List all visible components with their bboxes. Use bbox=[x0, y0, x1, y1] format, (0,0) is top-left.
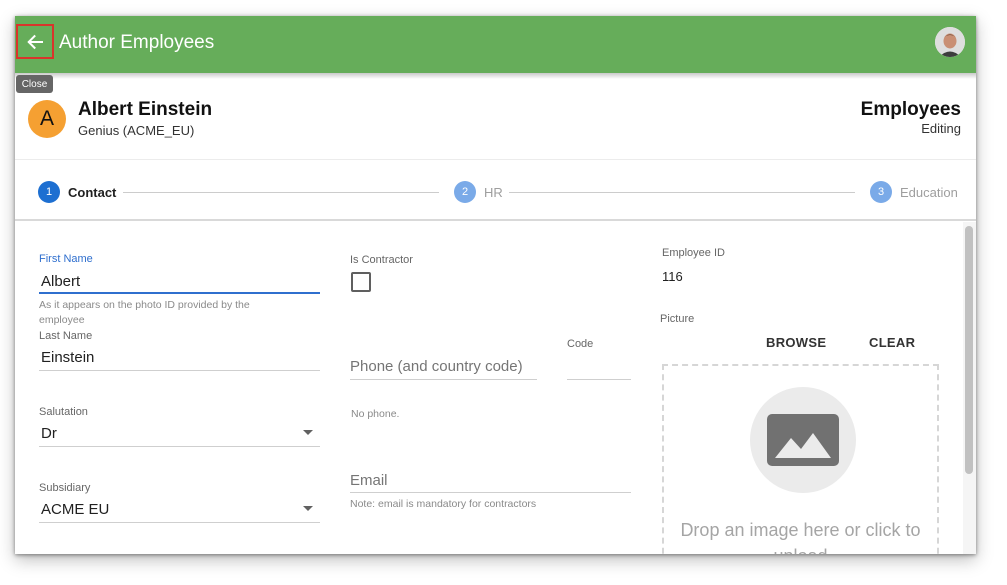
image-placeholder bbox=[750, 387, 856, 493]
step-1-circle[interactable]: 1 bbox=[38, 181, 60, 203]
header-divider bbox=[15, 159, 976, 160]
email-input[interactable]: Email bbox=[350, 472, 388, 489]
last-name-label: Last Name bbox=[39, 330, 93, 342]
step-3-circle[interactable]: 3 bbox=[870, 181, 892, 203]
image-icon bbox=[767, 414, 839, 466]
first-name-underline bbox=[39, 292, 320, 294]
tab-education[interactable]: Education bbox=[900, 185, 958, 200]
subsidiary-select[interactable]: ACME EU bbox=[41, 501, 109, 518]
tab-contact[interactable]: Contact bbox=[68, 185, 116, 200]
first-name-hint: As it appears on the photo ID provided b… bbox=[39, 299, 250, 326]
email-underline bbox=[350, 492, 631, 493]
is-contractor-label: Is Contractor bbox=[350, 254, 413, 266]
chevron-down-icon[interactable] bbox=[303, 506, 313, 511]
app-window: Author Employees Close A Albert Einstein… bbox=[15, 16, 976, 554]
first-name-label: First Name bbox=[39, 253, 93, 265]
record-subtitle: Genius (ACME_EU) bbox=[78, 123, 195, 138]
picture-label: Picture bbox=[660, 313, 695, 325]
browse-button[interactable]: BROWSE bbox=[766, 335, 826, 350]
dropzone-text: Drop an image here or click to upload bbox=[680, 520, 921, 554]
salutation-label: Salutation bbox=[39, 406, 88, 418]
page-title: Author Employees bbox=[59, 32, 215, 53]
stepper-divider bbox=[15, 219, 976, 221]
picture-dropzone[interactable]: Drop an image here or click to upload bbox=[662, 364, 939, 554]
step-connector bbox=[509, 192, 855, 193]
scrollbar[interactable] bbox=[963, 222, 976, 554]
user-photo-icon bbox=[935, 27, 965, 57]
last-name-underline bbox=[39, 370, 320, 371]
no-phone-text: No phone. bbox=[351, 408, 400, 420]
phone-underline bbox=[350, 379, 537, 380]
chevron-down-icon[interactable] bbox=[303, 430, 313, 435]
first-name-input[interactable]: Albert bbox=[41, 273, 80, 290]
record-avatar: A bbox=[28, 100, 66, 138]
employee-id-value: 116 bbox=[662, 269, 683, 284]
salutation-underline bbox=[39, 446, 320, 447]
arrow-left-icon bbox=[27, 34, 43, 49]
tab-hr[interactable]: HR bbox=[484, 185, 503, 200]
entity-title: Employees bbox=[860, 99, 961, 120]
close-button[interactable] bbox=[16, 24, 54, 59]
code-underline bbox=[567, 379, 631, 380]
employee-id-label: Employee ID bbox=[662, 247, 725, 259]
code-input[interactable] bbox=[567, 358, 631, 378]
subsidiary-underline bbox=[39, 522, 320, 523]
user-avatar[interactable] bbox=[935, 27, 965, 57]
step-connector bbox=[123, 192, 439, 193]
is-contractor-checkbox[interactable] bbox=[351, 272, 371, 292]
code-label: Code bbox=[567, 338, 594, 350]
step-2-circle[interactable]: 2 bbox=[454, 181, 476, 203]
subsidiary-label: Subsidiary bbox=[39, 482, 91, 494]
record-name: Albert Einstein bbox=[78, 99, 213, 120]
entity-mode: Editing bbox=[921, 121, 961, 136]
close-tooltip: Close bbox=[16, 75, 53, 93]
clear-button[interactable]: CLEAR bbox=[869, 335, 915, 350]
salutation-select[interactable]: Dr bbox=[41, 425, 57, 442]
scrollbar-thumb[interactable] bbox=[965, 226, 973, 474]
email-hint: Note: email is mandatory for contractors bbox=[350, 498, 537, 510]
last-name-input[interactable]: Einstein bbox=[41, 349, 94, 366]
phone-input[interactable]: Phone (and country code) bbox=[350, 358, 523, 375]
app-bar-shadow bbox=[15, 73, 976, 79]
